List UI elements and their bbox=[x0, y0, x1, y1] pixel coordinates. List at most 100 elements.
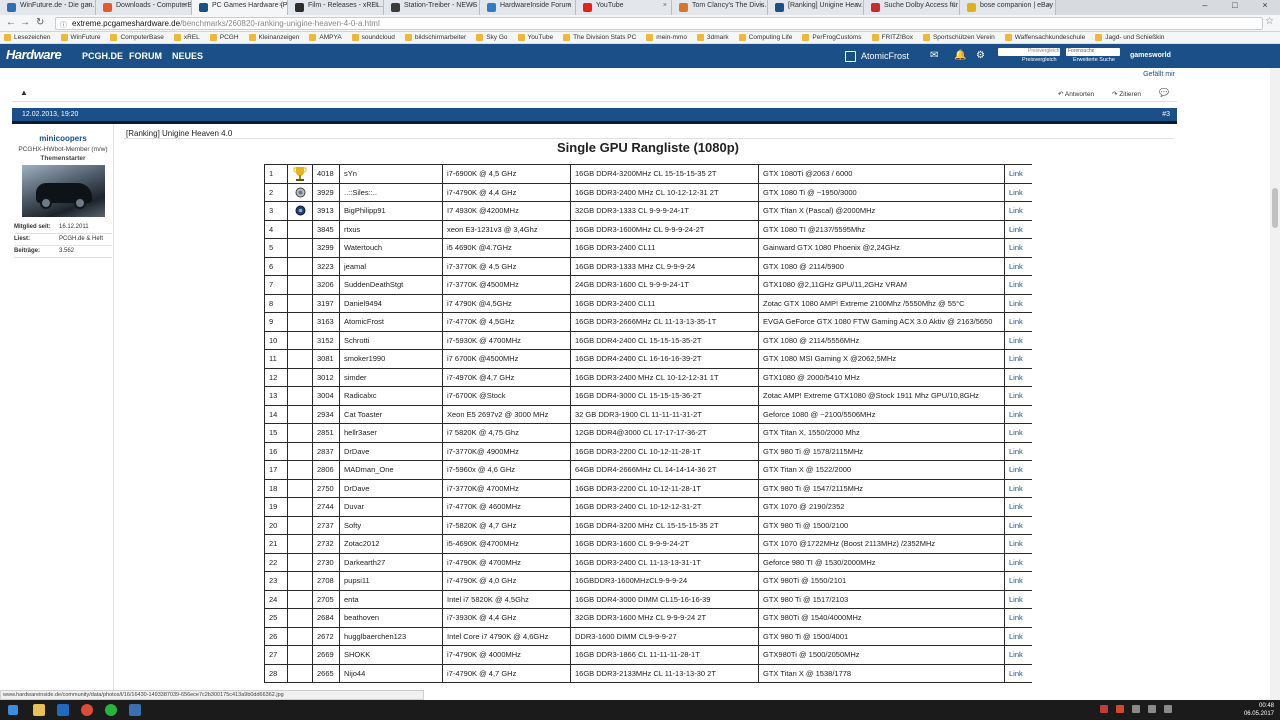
page-info-icon[interactable]: ⓘ bbox=[60, 20, 67, 29]
browser-tab[interactable]: Station-Treiber - NEWS × bbox=[384, 0, 480, 15]
nav-forum[interactable]: FORUM bbox=[129, 51, 162, 61]
result-link[interactable]: Link bbox=[1004, 460, 1032, 480]
user-menu[interactable]: AtomicFrost bbox=[845, 48, 909, 64]
browser-tab[interactable]: PC Games Hardware (P... × bbox=[192, 0, 288, 15]
result-link[interactable]: Link bbox=[1004, 367, 1032, 387]
browser-tab[interactable]: YouTube × bbox=[576, 0, 672, 15]
close-tab-icon[interactable]: × bbox=[663, 2, 667, 9]
reply-button[interactable]: ↶ Antworten bbox=[1058, 90, 1094, 98]
maximize-icon[interactable]: □ bbox=[1232, 0, 1237, 15]
reload-icon[interactable]: ↻ bbox=[36, 17, 44, 28]
chrome-icon[interactable] bbox=[81, 704, 93, 716]
result-link[interactable]: Link bbox=[1004, 238, 1032, 258]
bookmark-item[interactable]: AMPYA bbox=[305, 32, 347, 43]
bookmark-item[interactable]: YouTube bbox=[514, 32, 560, 43]
back-icon[interactable]: ← bbox=[6, 17, 16, 28]
outlook-icon[interactable] bbox=[57, 704, 69, 716]
result-link[interactable]: Link bbox=[1004, 608, 1032, 628]
result-link[interactable]: Link bbox=[1004, 663, 1032, 683]
bookmark-item[interactable]: WinFuture bbox=[57, 32, 107, 43]
app-window-icon[interactable] bbox=[129, 704, 141, 716]
tray-keyboard-icon[interactable] bbox=[1164, 705, 1172, 713]
bookmark-item[interactable]: ComputerBase bbox=[106, 32, 169, 43]
url-field[interactable]: ⓘ extreme.pcgameshardware.de/benchmarks/… bbox=[55, 17, 1263, 30]
result-link[interactable]: Link bbox=[1004, 256, 1032, 276]
result-link[interactable]: Link bbox=[1004, 349, 1032, 369]
result-link[interactable]: Link bbox=[1004, 478, 1032, 498]
close-tab-icon[interactable]: × bbox=[1047, 2, 1051, 9]
result-link[interactable]: Link bbox=[1004, 626, 1032, 646]
file-explorer-icon[interactable] bbox=[33, 704, 45, 716]
quote-button[interactable]: ↷ Zitieren bbox=[1112, 90, 1141, 98]
result-link[interactable]: Link bbox=[1004, 312, 1032, 332]
like-link[interactable]: Gefällt mir bbox=[1143, 71, 1175, 78]
start-windows-icon[interactable] bbox=[8, 705, 18, 715]
browser-tab[interactable]: bose companion | eBay × bbox=[960, 0, 1056, 15]
author-avatar[interactable] bbox=[22, 165, 105, 217]
nav-pcgh[interactable]: PCGH.DE bbox=[82, 51, 123, 61]
browser-tab[interactable]: Suche Dolby Access für ... × bbox=[864, 0, 960, 15]
nav-neues[interactable]: NEUES bbox=[172, 51, 203, 61]
price-search-input[interactable]: Preisvergleich bbox=[998, 48, 1060, 56]
bookmark-item[interactable]: bildschirmarbeiter bbox=[401, 32, 472, 43]
close-tab-icon[interactable]: × bbox=[279, 2, 283, 9]
price-compare-link[interactable]: Preisvergleich bbox=[1022, 57, 1057, 63]
result-link[interactable]: Link bbox=[1004, 589, 1032, 609]
result-link[interactable]: Link bbox=[1004, 182, 1032, 202]
post-number[interactable]: #3 bbox=[1162, 111, 1170, 118]
advanced-search-link[interactable]: Erweiterte Suche bbox=[1073, 57, 1115, 63]
close-window-icon[interactable]: × bbox=[1262, 0, 1267, 15]
messages-icon[interactable]: ✉ bbox=[930, 50, 938, 61]
result-link[interactable]: Link bbox=[1004, 275, 1032, 295]
result-link[interactable]: Link bbox=[1004, 645, 1032, 665]
bookmark-item[interactable]: xREL bbox=[170, 32, 206, 43]
tray-volume-icon[interactable] bbox=[1148, 705, 1156, 713]
bookmark-item[interactable]: Kleinanzeigen bbox=[245, 32, 306, 43]
result-link[interactable]: Link bbox=[1004, 293, 1032, 313]
forum-search-input[interactable]: Forensuche bbox=[1066, 48, 1120, 56]
notifications-icon[interactable]: 🔔 bbox=[954, 50, 966, 61]
bookmark-item[interactable]: Waffensachkundeschule bbox=[1001, 32, 1091, 43]
tray-shield-icon[interactable] bbox=[1116, 705, 1124, 713]
bookmark-item[interactable]: The Division Stats PC bbox=[559, 32, 642, 43]
author-name[interactable]: minicoopers bbox=[12, 134, 114, 143]
result-link[interactable]: Link bbox=[1004, 404, 1032, 424]
bookmark-item[interactable]: Lesezeichen bbox=[0, 32, 57, 43]
browser-tab[interactable]: Downloads - ComputerB... × bbox=[96, 0, 192, 15]
bookmark-item[interactable]: FRITZ!Box bbox=[868, 32, 919, 43]
result-link[interactable]: Link bbox=[1004, 571, 1032, 591]
whatsapp-icon[interactable] bbox=[105, 704, 117, 716]
browser-tab[interactable]: [Ranking] Unigine Heav... × bbox=[768, 0, 864, 15]
result-link[interactable]: Link bbox=[1004, 534, 1032, 554]
result-link[interactable]: Link bbox=[1004, 386, 1032, 406]
page-scrollbar[interactable] bbox=[1270, 68, 1280, 700]
result-link[interactable]: Link bbox=[1004, 441, 1032, 461]
site-logo[interactable]: Hardware bbox=[6, 47, 62, 62]
close-tab-icon[interactable]: × bbox=[855, 2, 859, 9]
bookmark-star-icon[interactable]: ☆ bbox=[1265, 16, 1274, 27]
close-tab-icon[interactable]: × bbox=[471, 2, 475, 9]
close-tab-icon[interactable]: × bbox=[87, 2, 91, 9]
multiquote-icon[interactable]: 💬 bbox=[1159, 88, 1169, 97]
bookmark-item[interactable]: 3dmark bbox=[693, 32, 735, 43]
bookmark-item[interactable]: Computing Life bbox=[735, 32, 799, 43]
tray-network-icon[interactable] bbox=[1132, 705, 1140, 713]
scrollbar-thumb[interactable] bbox=[1272, 188, 1278, 228]
result-link[interactable]: Link bbox=[1004, 497, 1032, 517]
tray-app-icon[interactable] bbox=[1100, 705, 1108, 713]
close-tab-icon[interactable]: × bbox=[759, 2, 763, 9]
bookmark-item[interactable]: PCGH bbox=[206, 32, 245, 43]
bookmark-item[interactable]: Jagd- und Schießkin bbox=[1091, 32, 1170, 43]
gamesworld-logo[interactable]: gamesworld bbox=[1130, 52, 1171, 59]
close-tab-icon[interactable]: × bbox=[183, 2, 187, 9]
close-tab-icon[interactable]: × bbox=[951, 2, 955, 9]
settings-gear-icon[interactable]: ⚙ bbox=[976, 50, 985, 61]
bookmark-item[interactable]: soundcloud bbox=[348, 32, 401, 43]
tray-clock[interactable]: 00:48 06.05.2017 bbox=[1244, 702, 1274, 718]
browser-tab[interactable]: Film - Releases - xREL... × bbox=[288, 0, 384, 15]
minimize-icon[interactable]: – bbox=[1202, 0, 1207, 15]
browser-tab[interactable]: HardwareInside Forum × bbox=[480, 0, 576, 15]
result-link[interactable]: Link bbox=[1004, 552, 1032, 572]
bookmark-item[interactable]: Sky Go bbox=[472, 32, 513, 43]
browser-tab[interactable]: Tom Clancy's The Divis... × bbox=[672, 0, 768, 15]
